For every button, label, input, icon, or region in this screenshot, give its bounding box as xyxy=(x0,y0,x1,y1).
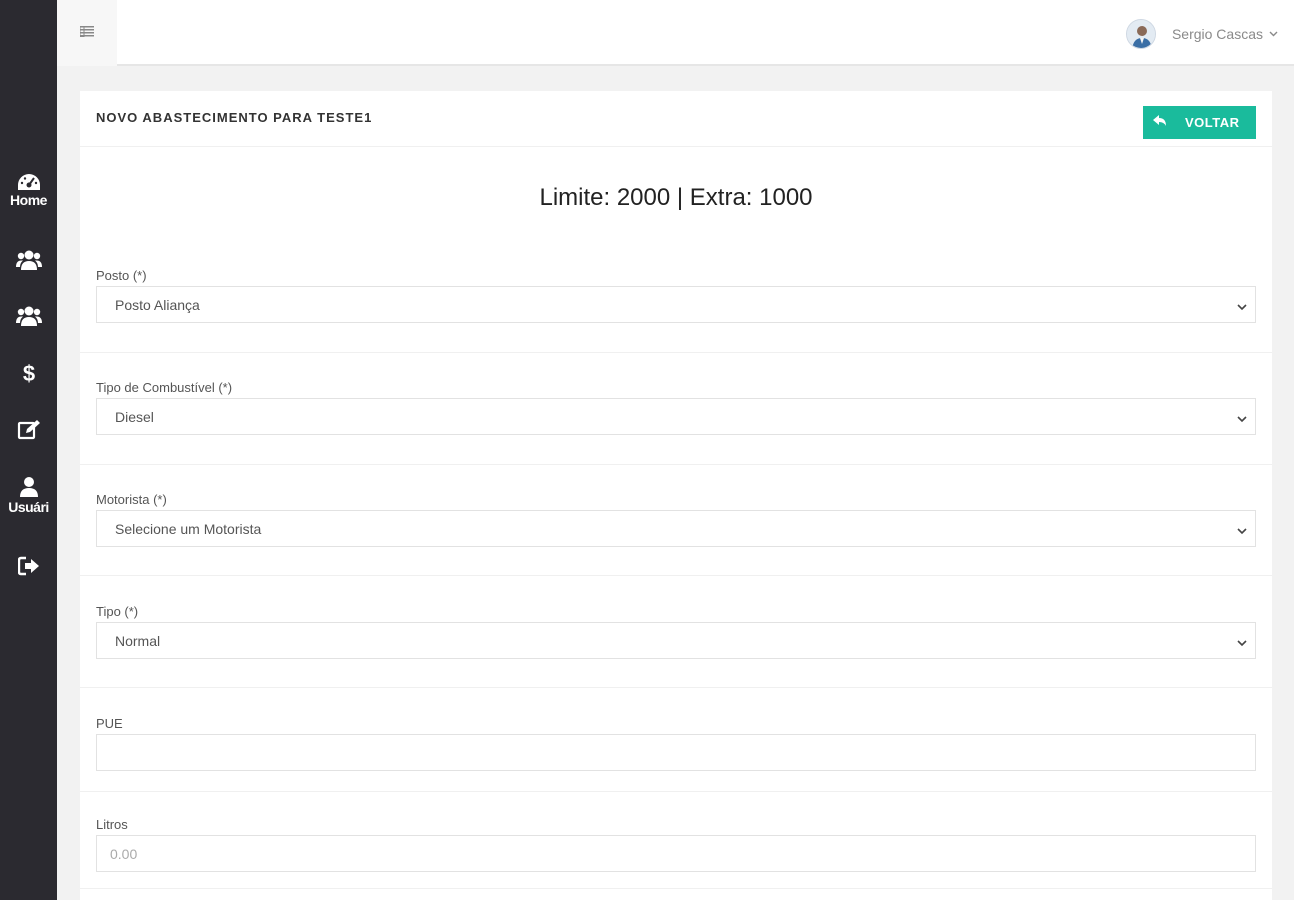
litros-input[interactable]: 0.00 xyxy=(96,835,1256,872)
chevron-down-icon xyxy=(1237,410,1247,426)
sign-out-icon xyxy=(17,556,40,576)
svg-text:$: $ xyxy=(22,361,34,386)
tipo-field-group: Tipo (*) Normal xyxy=(96,604,1256,659)
divider xyxy=(80,352,1272,353)
sidebar-item-usuarios[interactable]: Usuári xyxy=(0,476,57,515)
chevron-down-icon xyxy=(1237,298,1247,314)
sidebar: Home $ Usuári xyxy=(0,0,57,900)
menu-toggle-button[interactable] xyxy=(57,0,117,66)
sidebar-item-group-2[interactable] xyxy=(0,305,57,327)
back-button[interactable]: VOLTAR xyxy=(1143,106,1256,139)
motorista-field-group: Motorista (*) Selecione um Motorista xyxy=(96,492,1256,547)
limits-text: Limite: 2000 | Extra: 1000 xyxy=(539,184,813,211)
divider xyxy=(80,888,1272,889)
sidebar-item-edit[interactable] xyxy=(0,419,57,441)
sidebar-item-financeiro[interactable]: $ xyxy=(0,360,57,386)
litros-field-group: Litros 0.00 xyxy=(96,817,1256,872)
user-icon xyxy=(18,476,40,498)
chevron-down-icon xyxy=(1269,29,1278,40)
combustivel-field-group: Tipo de Combustível (*) Diesel xyxy=(96,380,1256,435)
dollar-icon: $ xyxy=(21,360,37,386)
top-navbar: Sergio Cascas xyxy=(57,0,1294,66)
users-icon xyxy=(15,305,42,327)
page-title: NOVO ABASTECIMENTO PARA TESTE1 xyxy=(96,110,373,125)
tipo-select[interactable]: Normal xyxy=(96,622,1256,659)
tipo-value: Normal xyxy=(115,632,161,649)
pue-label: PUE xyxy=(96,716,123,731)
combustivel-value: Diesel xyxy=(115,408,154,425)
chevron-down-icon xyxy=(1237,634,1247,650)
motorista-select[interactable]: Selecione um Motorista xyxy=(96,510,1256,547)
posto-label: Posto (*) xyxy=(96,268,147,283)
litros-label: Litros xyxy=(96,817,128,832)
posto-select[interactable]: Posto Aliança xyxy=(96,286,1256,323)
sidebar-item-home[interactable]: Home xyxy=(0,173,57,208)
combustivel-label: Tipo de Combustível (*) xyxy=(96,380,233,395)
edit-icon xyxy=(17,419,41,441)
sidebar-item-group-1[interactable] xyxy=(0,249,57,271)
pue-field-group: PUE xyxy=(96,716,1256,771)
motorista-value: Selecione um Motorista xyxy=(115,520,262,537)
divider xyxy=(80,575,1272,576)
panel-header: NOVO ABASTECIMENTO PARA TESTE1 VOLTAR xyxy=(80,91,1272,147)
user-menu[interactable]: Sergio Cascas xyxy=(1125,18,1278,50)
motorista-label: Motorista (*) xyxy=(96,492,167,507)
menu-icon xyxy=(79,24,94,42)
reply-icon xyxy=(1153,115,1167,130)
tipo-label: Tipo (*) xyxy=(96,604,139,619)
back-button-label: VOLTAR xyxy=(1185,115,1240,130)
posto-value: Posto Aliança xyxy=(115,296,200,313)
users-icon xyxy=(15,249,42,271)
sidebar-item-logout[interactable] xyxy=(0,556,57,576)
combustivel-select[interactable]: Diesel xyxy=(96,398,1256,435)
divider xyxy=(80,791,1272,792)
dashboard-icon xyxy=(17,173,41,191)
divider xyxy=(80,464,1272,465)
user-name: Sergio Cascas xyxy=(1171,26,1263,42)
avatar xyxy=(1125,19,1156,49)
form-panel: NOVO ABASTECIMENTO PARA TESTE1 VOLTAR Li… xyxy=(80,91,1272,900)
chevron-down-icon xyxy=(1237,522,1247,538)
sidebar-item-label: Usuári xyxy=(8,499,49,515)
divider xyxy=(80,687,1272,688)
litros-placeholder: 0.00 xyxy=(110,845,138,862)
posto-field-group: Posto (*) Posto Aliança xyxy=(96,268,1256,323)
sidebar-item-label: Home xyxy=(10,192,47,208)
pue-input[interactable] xyxy=(96,734,1256,771)
